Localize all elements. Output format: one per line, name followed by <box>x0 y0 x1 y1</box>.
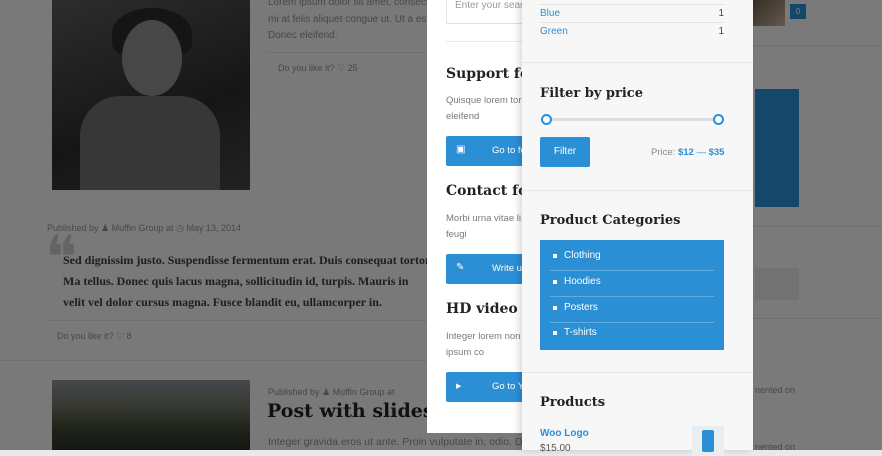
price-prefix: Price: <box>651 147 676 158</box>
price-slider-max-handle[interactable] <box>713 114 724 125</box>
color-filter-name[interactable]: Green <box>540 26 568 37</box>
divider <box>540 4 724 5</box>
filter-by-price-title: Filter by price <box>540 86 643 101</box>
category-label: Hoodies <box>564 276 601 287</box>
divider <box>540 22 724 23</box>
woo-logo-icon <box>702 430 714 452</box>
price-slider-track[interactable] <box>546 118 719 121</box>
category-item-posters[interactable]: Posters <box>540 296 724 322</box>
section-divider <box>522 190 753 191</box>
bullet-icon <box>553 331 557 335</box>
section-divider <box>522 372 753 373</box>
shop-sidebar-panel: Blue 1 Green 1 Filter by price Filter Pr… <box>522 0 753 456</box>
product-price: $15.00 <box>540 443 571 454</box>
product-name-link[interactable]: Woo Logo <box>540 428 589 439</box>
color-filter-count: 1 <box>718 8 724 19</box>
play-icon: ▶ <box>456 383 462 390</box>
filter-button[interactable]: Filter <box>540 137 590 167</box>
category-list: Clothing Hoodies Posters T-shirts <box>540 240 724 350</box>
category-item-clothing[interactable]: Clothing <box>540 244 724 270</box>
sliding-panel-help: Enter your search Support forum Quisque … <box>427 0 537 433</box>
category-item-hoodies[interactable]: Hoodies <box>540 270 724 296</box>
color-filter-name[interactable]: Blue <box>540 8 560 19</box>
bullet-icon <box>553 254 557 258</box>
bullet-icon <box>553 306 557 310</box>
bullet-icon <box>553 280 557 284</box>
category-label: T-shirts <box>564 327 597 338</box>
price-slider-min-handle[interactable] <box>541 114 552 125</box>
product-categories-title: Product Categories <box>540 213 681 228</box>
product-thumbnail[interactable] <box>692 426 724 456</box>
section-divider <box>522 62 753 63</box>
category-label: Clothing <box>564 250 601 261</box>
price-max: $35 <box>708 147 725 158</box>
color-filter-count: 1 <box>718 26 724 37</box>
compose-icon: ✎ <box>456 262 465 273</box>
category-item-tshirts[interactable]: T-shirts <box>540 321 724 347</box>
products-title: Products <box>540 395 606 410</box>
chat-icon: ▣ <box>456 144 466 155</box>
category-label: Posters <box>564 302 598 313</box>
price-separator: — <box>696 147 706 158</box>
price-range-label: Price: $12 — $35 <box>651 147 724 158</box>
price-min: $12 <box>677 147 694 158</box>
